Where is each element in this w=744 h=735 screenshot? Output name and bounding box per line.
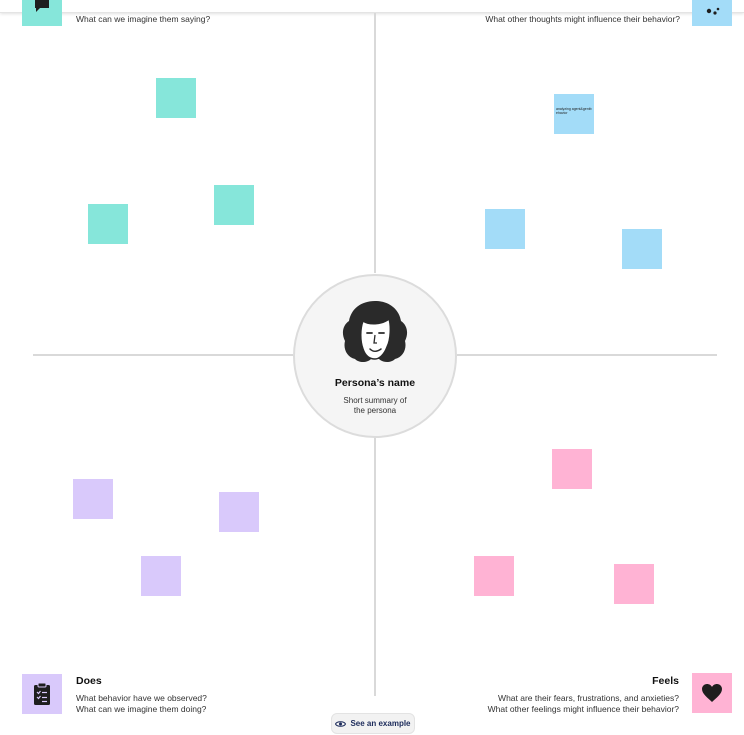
- says-icon-tile: [22, 0, 62, 26]
- thinks-icon-tile: [692, 0, 732, 26]
- vertical-axis-top: [374, 13, 376, 273]
- clipboard-icon: [34, 682, 50, 705]
- persona-avatar-icon: [342, 301, 408, 362]
- does-title: Does: [76, 675, 102, 687]
- feels-sticky-note[interactable]: [552, 449, 592, 489]
- thinks-sticky-note[interactable]: analyzing agent&gentbehavior: [554, 94, 594, 134]
- heart-icon: [702, 684, 722, 702]
- feels-sticky-note[interactable]: [474, 556, 514, 596]
- feels-sticky-note[interactable]: [614, 564, 654, 604]
- does-sticky-note[interactable]: [219, 492, 259, 532]
- speech-icon: [35, 0, 49, 12]
- persona-summary: Short summary of the persona: [343, 396, 407, 415]
- thinks-question: What other thoughts might influence thei…: [485, 14, 680, 24]
- see-example-label: See an example: [350, 719, 411, 728]
- eye-icon: [335, 720, 347, 727]
- feels-question-1: What are their fears, frustrations, and …: [498, 693, 679, 703]
- says-question: What can we imagine them saying?: [76, 14, 211, 24]
- does-sticky-note[interactable]: [73, 479, 113, 519]
- feels-title: Feels: [652, 675, 679, 687]
- thought-icon: [706, 7, 720, 15]
- vertical-axis-bottom: [374, 436, 376, 696]
- says-sticky-note[interactable]: [156, 78, 196, 118]
- top-toolbar: [0, 0, 744, 13]
- thinks-sticky-note[interactable]: [485, 209, 525, 249]
- horizontal-axis-right: [457, 354, 717, 356]
- feels-question-2: What other feelings might influence thei…: [487, 704, 679, 714]
- horizontal-axis-left: [33, 354, 293, 356]
- says-sticky-note[interactable]: [88, 204, 128, 244]
- does-icon-tile: [22, 674, 62, 714]
- thinks-sticky-note[interactable]: [622, 229, 662, 269]
- does-question-2: What can we imagine them doing?: [76, 704, 207, 714]
- says-sticky-note[interactable]: [214, 185, 254, 225]
- persona-name: Persona’s name: [334, 377, 416, 389]
- thinks-sticky-note-text: analyzing agent&gentbehavior: [556, 107, 592, 115]
- does-question-1: What behavior have we observed?: [76, 693, 207, 703]
- feels-icon-tile: [692, 673, 732, 713]
- see-example-button[interactable]: See an example: [331, 713, 415, 734]
- persona-card[interactable]: Persona’s name Short summary of the pers…: [293, 274, 457, 438]
- does-sticky-note[interactable]: [141, 556, 181, 596]
